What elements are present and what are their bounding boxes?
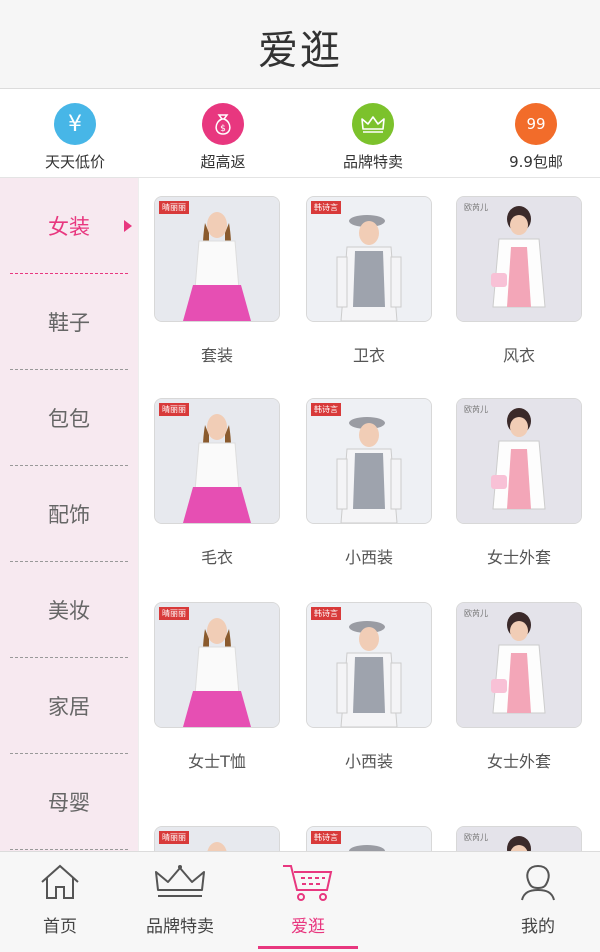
- sidebar-item-label: 配饰: [48, 503, 90, 527]
- home-icon: [41, 864, 79, 899]
- product-image[interactable]: 欧芮儿: [456, 398, 582, 524]
- quick-link-high-rebate[interactable]: $ 超高返: [163, 103, 283, 172]
- brand-badge: 韩诗言: [311, 607, 341, 620]
- tab-label: 品牌特卖: [146, 917, 214, 937]
- tab-aiguang[interactable]: 爱逛: [248, 862, 368, 949]
- 99-icon: 99: [515, 103, 557, 145]
- active-arrow-icon: [124, 220, 132, 232]
- product-card[interactable]: 晴丽丽: [152, 826, 282, 851]
- sidebar-item-home[interactable]: 家居: [0, 658, 138, 754]
- sidebar-item-label: 包包: [48, 407, 90, 431]
- sidebar-item-label: 美妆: [48, 599, 90, 623]
- svg-text:$: $: [220, 124, 226, 134]
- product-image[interactable]: 晴丽丽: [154, 196, 280, 322]
- product-label: 小西装: [344, 752, 393, 771]
- product-card[interactable]: 欧芮儿女士外套: [454, 602, 584, 772]
- product-label: 女士外套: [486, 752, 551, 771]
- tab-profile[interactable]: 我的: [478, 862, 598, 937]
- product-card[interactable]: 晴丽丽女士T恤: [152, 602, 282, 772]
- product-label: 女士外套: [486, 548, 551, 567]
- app-header: 爱逛: [0, 0, 600, 89]
- sidebar-item-beauty[interactable]: 美妆: [0, 562, 138, 658]
- product-card[interactable]: 晴丽丽毛衣: [152, 398, 282, 568]
- product-label: 卫衣: [352, 346, 385, 365]
- brand-badge: 欧芮儿: [464, 609, 488, 618]
- product-card[interactable]: 韩诗言小西装: [304, 602, 434, 772]
- sidebar-item-label: 鞋子: [48, 311, 90, 335]
- product-image[interactable]: 欧芮儿: [456, 602, 582, 728]
- tab-label: 爱逛: [291, 917, 325, 937]
- sidebar-item-shoes[interactable]: 鞋子: [0, 274, 138, 370]
- sidebar-item-womens-clothing[interactable]: 女装: [0, 178, 138, 274]
- category-sidebar: 女装 鞋子 包包 配饰 美妆 家居 母婴: [0, 178, 139, 851]
- money-bag-icon: $: [202, 103, 244, 145]
- quick-link-brand-sale[interactable]: 品牌特卖: [313, 103, 433, 172]
- brand-badge: 晴丽丽: [159, 201, 189, 214]
- product-image[interactable]: 晴丽丽: [154, 826, 280, 851]
- product-image[interactable]: 韩诗言: [306, 196, 432, 322]
- product-label: 毛衣: [200, 548, 233, 567]
- product-card[interactable]: 欧芮儿风衣: [454, 196, 584, 366]
- quick-link-label: 9.9包邮: [509, 153, 563, 171]
- tab-brand-sale[interactable]: 品牌特卖: [120, 862, 240, 937]
- product-card[interactable]: 韩诗言卫衣: [304, 196, 434, 366]
- crown-icon: [155, 865, 205, 897]
- sidebar-item-bags[interactable]: 包包: [0, 370, 138, 466]
- brand-badge: 韩诗言: [311, 403, 341, 416]
- brand-badge: 晴丽丽: [159, 607, 189, 620]
- brand-badge: 欧芮儿: [464, 203, 488, 212]
- quick-link-label: 超高返: [200, 153, 246, 171]
- cart-icon: [283, 865, 333, 901]
- product-label: 套装: [200, 346, 233, 365]
- tab-label: 我的: [521, 917, 555, 937]
- crown-icon: [352, 103, 394, 145]
- product-image[interactable]: 韩诗言: [306, 826, 432, 851]
- product-label: 风衣: [502, 346, 535, 365]
- quick-link-99-free-shipping[interactable]: 99 9.9包邮: [476, 103, 596, 172]
- product-label: 小西装: [344, 548, 393, 567]
- tab-home[interactable]: 首页: [0, 862, 120, 937]
- sidebar-item-label: 女装: [48, 215, 90, 239]
- product-image[interactable]: 韩诗言: [306, 398, 432, 524]
- brand-badge: 欧芮儿: [464, 833, 488, 842]
- brand-badge: 晴丽丽: [159, 403, 189, 416]
- product-image[interactable]: 晴丽丽: [154, 398, 280, 524]
- product-image[interactable]: 晴丽丽: [154, 602, 280, 728]
- sidebar-item-mother-baby[interactable]: 母婴: [0, 754, 138, 850]
- product-image[interactable]: 欧芮儿: [456, 826, 582, 851]
- tab-label: 首页: [43, 917, 77, 937]
- product-image[interactable]: 欧芮儿: [456, 196, 582, 322]
- brand-badge: 韩诗言: [311, 201, 341, 214]
- product-card[interactable]: 欧芮儿女士外套: [454, 398, 584, 568]
- product-card[interactable]: 欧芮儿: [454, 826, 584, 851]
- product-card[interactable]: 晴丽丽套装: [152, 196, 282, 366]
- quick-link-label: 天天低价: [44, 153, 105, 171]
- brand-badge: 韩诗言: [311, 831, 341, 844]
- quick-links-bar: ¥ 天天低价 $ 超高返 品牌特卖 99 9.9包邮: [0, 89, 600, 178]
- bottom-tab-bar: 首页 品牌特卖 爱逛 我的: [0, 851, 600, 952]
- product-image[interactable]: 韩诗言: [306, 602, 432, 728]
- sidebar-item-label: 家居: [48, 695, 90, 719]
- sidebar-item-accessories[interactable]: 配饰: [0, 466, 138, 562]
- user-icon: [521, 864, 555, 901]
- product-label: 女士T恤: [188, 752, 246, 771]
- sidebar-item-label: 母婴: [48, 791, 90, 815]
- brand-badge: 欧芮儿: [464, 405, 488, 414]
- page-title: 爱逛: [258, 28, 342, 74]
- yuan-icon: ¥: [54, 103, 96, 145]
- brand-badge: 晴丽丽: [159, 831, 189, 844]
- product-grid: 晴丽丽 套装 韩诗言 卫衣 欧芮儿 风衣 晴丽丽 毛衣 韩诗言 小西装 欧芮儿 女士外套 晴丽丽 女士T恤…: [140, 178, 600, 851]
- quick-link-label: 品牌特卖: [342, 153, 403, 171]
- product-card[interactable]: 韩诗言小西装: [304, 398, 434, 568]
- quick-link-daily-low-price[interactable]: ¥ 天天低价: [15, 103, 135, 172]
- product-card[interactable]: 韩诗言: [304, 826, 434, 851]
